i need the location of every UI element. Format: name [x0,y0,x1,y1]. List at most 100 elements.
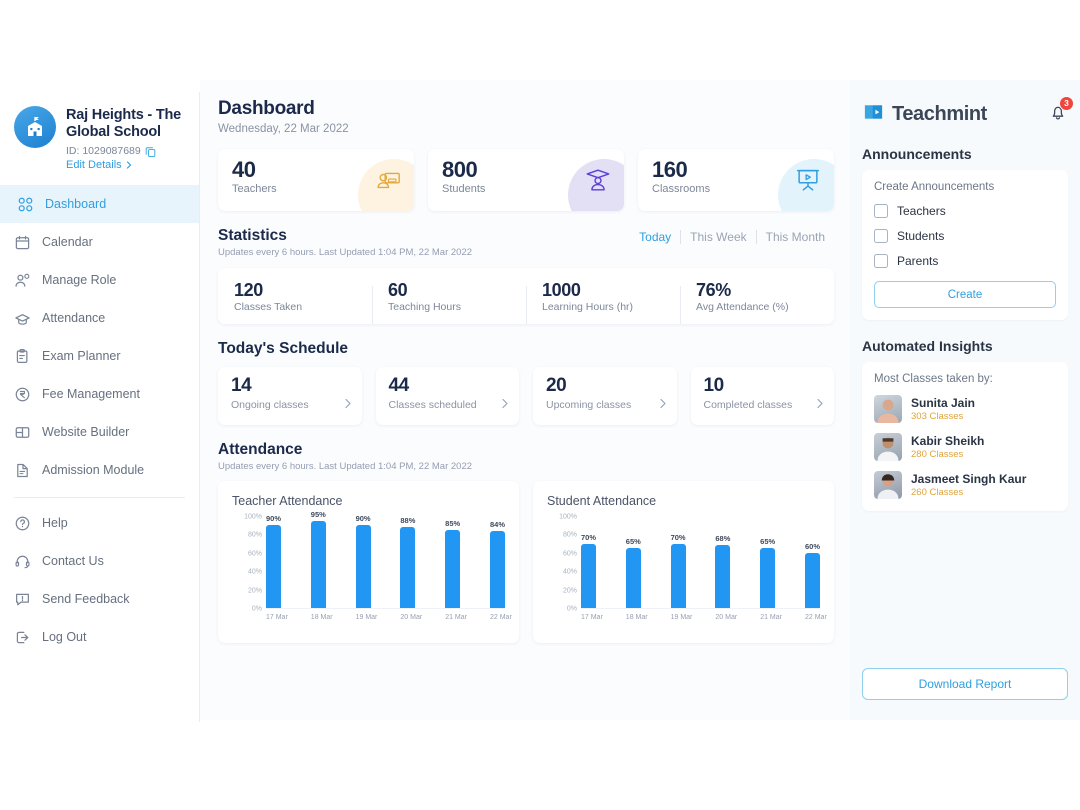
bar[interactable] [715,545,731,608]
sidebar-item-help[interactable]: Help [0,504,199,542]
statistics-header: Statistics Updates every 6 hours. Last U… [218,227,834,258]
sidebar-item-contact-us[interactable]: Contact Us [0,542,199,580]
filter-this-week[interactable]: This Week [680,230,755,244]
announcements-title: Announcements [862,146,972,162]
y-tick-label: 40% [562,568,577,576]
x-tick-label: 22 Mar [804,614,827,621]
download-report-button[interactable]: Download Report [862,668,1068,700]
bar-column[interactable]: 68% [715,517,730,608]
bar[interactable] [670,543,686,608]
schedule-header: Today's Schedule [218,340,834,358]
create-announcement-button[interactable]: Create [874,281,1056,308]
sidebar-item-fee-management[interactable]: Fee Management [0,375,199,413]
bar[interactable] [400,527,416,608]
grid-icon [18,197,33,211]
sidebar-item-label: Log Out [42,629,87,644]
notification-badge: 3 [1059,95,1074,111]
bar[interactable] [266,525,281,608]
clipboard-icon [16,348,28,363]
sidebar-item-label: Website Builder [42,424,130,439]
chart-yaxis: 100% 80% 60% 40% 20% 0% [547,514,577,613]
bar-column[interactable]: 90% [266,514,281,608]
schedule-card-scheduled[interactable]: 44 Classes scheduled [375,367,519,425]
bar-column[interactable]: 95% [310,510,326,608]
filter-this-month[interactable]: This Month [755,230,834,244]
y-tick-label: 20% [247,587,262,595]
school-id: ID: 1029087689 [66,145,185,157]
sidebar-item-calendar[interactable]: Calendar [0,223,199,261]
chevron-right-icon[interactable] [816,396,824,414]
schedule-row: 14 Ongoing classes 44 Classes scheduled … [218,367,834,425]
bar[interactable] [355,525,371,608]
stat-label: Classes Taken [234,300,303,313]
stat-learning-hours: 1000 Learning Hours (hr) [526,280,680,324]
y-tick-label: 100% [244,513,262,521]
bar-column[interactable]: 88% [400,516,416,608]
bar[interactable] [625,548,641,608]
chevron-right-icon[interactable] [659,396,667,414]
sidebar-item-attendance[interactable]: Attendance [0,299,199,337]
announcement-option-students[interactable]: Students [874,229,1056,243]
kpi-card-teachers[interactable]: 40 Teachers [218,149,414,211]
schedule-value: 20 [546,375,567,396]
schedule-card-ongoing[interactable]: 14 Ongoing classes [218,367,362,425]
statistics-card: 120 Classes Taken 60 Teaching Hours 1000… [218,268,834,324]
bar[interactable] [445,529,461,608]
sidebar-item-send-feedback[interactable]: Send Feedback [0,580,199,618]
insight-row[interactable]: Jasmeet Singh Kaur 260 Classes [874,471,1056,499]
bar-column[interactable]: 65% [760,517,775,608]
school-logo-icon [14,106,56,148]
schedule-card-completed[interactable]: 10 Completed classes [690,367,834,425]
notification-bell-icon[interactable]: 3 [1048,95,1074,127]
kpi-card-students[interactable]: 800 Students [428,149,624,211]
sidebar-item-exam-planner[interactable]: Exam Planner [0,337,199,375]
bar-column[interactable]: 84% [490,517,505,608]
x-tick-label: 20 Mar [715,614,738,621]
checkbox-teachers[interactable] [874,204,888,218]
bar-column[interactable]: 85% [445,517,460,608]
bar-value-label: 70% [580,532,597,542]
teacher-attendance-chart: Teacher Attendance 100% 80% 60% 40% 20% 0% 90… [218,481,519,643]
filter-today[interactable]: Today [630,230,680,244]
school-id-text: ID: 1029087689 [66,145,141,157]
bar-column[interactable]: 70% [671,517,686,608]
bar[interactable] [760,548,776,608]
chevron-right-icon[interactable] [501,396,509,414]
bar[interactable] [310,520,326,608]
bar-column[interactable]: 60% [805,517,820,608]
statistics-subtitle: Updates every 6 hours. Last Updated 1:04… [218,247,473,258]
schedule-value: 10 [703,375,725,396]
calendar-icon [15,235,30,249]
insight-row[interactable]: Kabir Sheikh 280 Classes [874,433,1056,461]
attendance-subtitle: Updates every 6 hours. Last Updated 1:04… [218,461,473,472]
announcement-option-parents[interactable]: Parents [874,254,1056,268]
checkbox-parents[interactable] [874,254,888,268]
chevron-right-icon[interactable] [344,396,352,414]
person-classes: 260 Classes [911,487,964,498]
kpi-card-classrooms[interactable]: 160 Classrooms [638,149,834,211]
chart-plot: 100% 80% 60% 40% 20% 0% 70% 65% 70% 68% 65% 60% 17… [547,514,827,635]
student-icon [584,166,612,199]
schedule-label: Upcoming classes [546,399,632,411]
announcements-card: Create Announcements Teachers Students P… [862,170,1068,320]
edit-details-link[interactable]: Edit Details [66,159,185,171]
bar-column[interactable]: 90% [355,514,371,608]
sidebar-item-dashboard[interactable]: Dashboard [0,185,199,223]
announcement-option-teachers[interactable]: Teachers [874,204,1056,218]
insight-row[interactable]: Sunita Jain 303 Classes [874,395,1056,423]
sidebar-item-log-out[interactable]: Log Out [0,618,199,656]
bar[interactable] [804,552,820,608]
sidebar-item-label: Fee Management [42,386,140,401]
manage-role-icon [15,273,30,287]
checkbox-students[interactable] [874,229,888,243]
sidebar-item-website-builder[interactable]: Website Builder [0,413,199,451]
bar-column[interactable]: 70% [581,517,596,608]
schedule-card-upcoming[interactable]: 20 Upcoming classes [533,367,677,425]
sidebar-item-admission-module[interactable]: Admission Module [0,451,199,489]
sidebar-item-manage-role[interactable]: Manage Role [0,261,199,299]
copy-icon[interactable] [145,146,156,157]
bar[interactable] [581,543,596,608]
bar[interactable] [489,530,505,608]
bar-column[interactable]: 65% [626,517,641,608]
y-tick-label: 80% [247,531,262,539]
